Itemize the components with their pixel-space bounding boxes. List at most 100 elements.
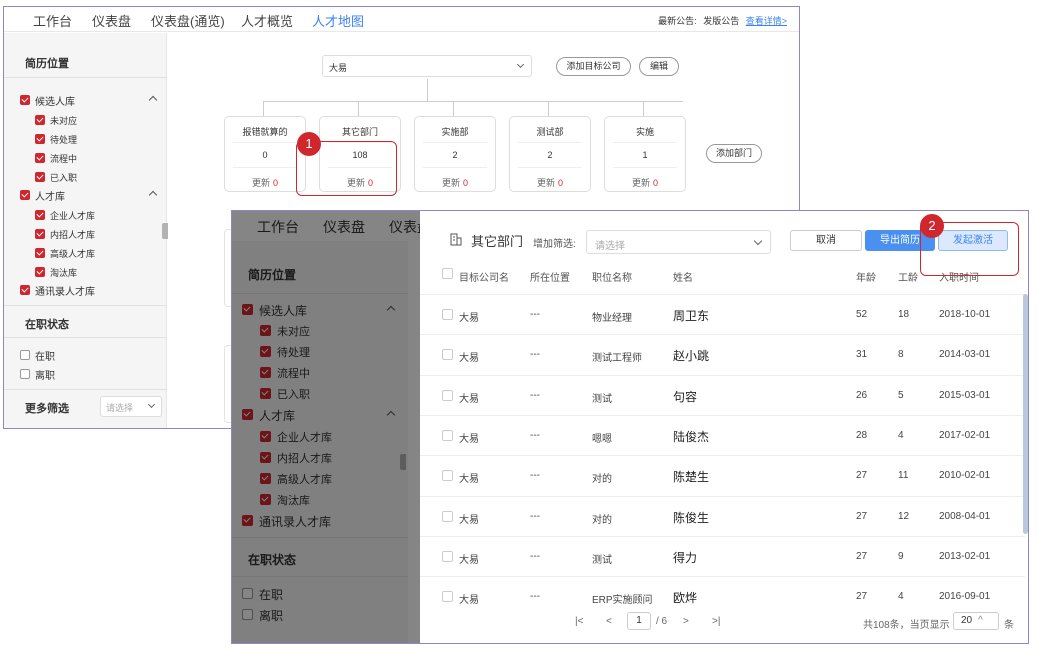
table-row[interactable]: 大易 --- 对的 陈俊生 27 12 2008-04-01 bbox=[420, 495, 1025, 536]
department-card[interactable]: 测试部 2 更新 0 bbox=[509, 116, 591, 192]
table-row[interactable]: 大易 --- 物业经理 周卫东 52 18 2018-10-01 bbox=[420, 294, 1025, 334]
cell-position: 对的 bbox=[592, 514, 612, 526]
candidate-checkbox[interactable] bbox=[20, 95, 30, 105]
chevron-up-icon[interactable] bbox=[148, 190, 158, 200]
notice-details-link[interactable]: 查看详情> bbox=[746, 16, 787, 26]
row-checkbox[interactable] bbox=[442, 550, 453, 562]
company-select[interactable]: 大易 bbox=[322, 55, 532, 77]
department-name: 实施部 bbox=[441, 127, 469, 137]
cell-name[interactable]: 欧烨 bbox=[673, 589, 697, 606]
page-size-select[interactable]: 20 ^ bbox=[953, 612, 999, 630]
last-page-icon[interactable]: >| bbox=[712, 616, 720, 627]
more-filters-title: 更多筛选 bbox=[25, 403, 69, 415]
col-age[interactable]: 年龄 bbox=[856, 269, 876, 284]
tab-dashboard-overview[interactable]: 仪表盘(通览) bbox=[151, 11, 225, 30]
total-summary: 共108条，当页显示 bbox=[863, 620, 950, 631]
cell-age: 27 bbox=[856, 510, 868, 522]
col-location[interactable]: 所在位置 bbox=[530, 269, 570, 284]
label-hired: 已入职 bbox=[50, 173, 78, 183]
checkbox-unmatched[interactable] bbox=[35, 115, 45, 125]
checkbox-eliminated-pool[interactable] bbox=[35, 267, 45, 277]
add-target-company-button[interactable]: 添加目标公司 bbox=[556, 57, 631, 76]
cell-years: 12 bbox=[898, 510, 910, 522]
table-row[interactable]: 大易 --- 测试工程师 赵小跳 31 8 2014-03-01 bbox=[420, 334, 1025, 374]
col-position[interactable]: 职位名称 bbox=[592, 269, 632, 284]
table-row[interactable]: 大易 --- 嗯嗯 陆俊杰 28 4 2017-02-01 bbox=[420, 414, 1025, 455]
checkbox-hired[interactable] bbox=[35, 172, 45, 182]
col-years[interactable]: 工龄 bbox=[898, 269, 918, 284]
cell-name[interactable]: 周卫东 bbox=[673, 307, 709, 324]
table-row[interactable]: 大易 --- 对的 陈楚生 27 11 2010-02-01 bbox=[420, 455, 1025, 495]
edit-button[interactable]: 编辑 bbox=[639, 57, 679, 76]
checkbox-in-process[interactable] bbox=[35, 153, 45, 163]
department-updates: 更新 0 bbox=[225, 176, 305, 189]
cell-name[interactable]: 得力 bbox=[673, 549, 697, 566]
label-resigned: 离职 bbox=[35, 371, 55, 382]
checkbox-resigned[interactable] bbox=[20, 369, 30, 379]
cell-position: 物业经理 bbox=[592, 313, 632, 324]
chevron-up-icon[interactable] bbox=[148, 95, 158, 105]
cell-age: 27 bbox=[856, 550, 868, 562]
cancel-button[interactable]: 取消 bbox=[790, 230, 862, 251]
add-filter-placeholder: 请选择 bbox=[595, 241, 625, 252]
cell-name[interactable]: 陈俊生 bbox=[673, 509, 709, 526]
cell-position: 测试 bbox=[592, 393, 612, 405]
checkbox-internal-pool[interactable] bbox=[35, 229, 45, 239]
vertical-scrollbar[interactable] bbox=[1023, 294, 1028, 534]
table-row[interactable]: 大易 --- 测试 得力 27 9 2013-02-01 bbox=[420, 535, 1025, 576]
notice-text: 发版公告 bbox=[703, 16, 740, 26]
add-filter-select[interactable]: 请选择 bbox=[586, 230, 771, 254]
cell-position: 测试 bbox=[592, 554, 612, 566]
checkbox-pending[interactable] bbox=[35, 134, 45, 144]
chevron-up-icon: ^ bbox=[978, 615, 983, 626]
cell-name[interactable]: 赵小跳 bbox=[673, 347, 709, 364]
col-target-company[interactable]: 目标公司名 bbox=[459, 269, 509, 284]
checkbox-enterprise-pool[interactable] bbox=[35, 210, 45, 220]
department-card[interactable]: 报错就算的 0 更新 0 bbox=[224, 116, 306, 192]
department-updates: 更新 0 bbox=[605, 176, 685, 189]
table-row[interactable]: 大易 --- 测试 句容 26 5 2015-03-01 bbox=[420, 374, 1025, 415]
next-page-icon[interactable]: > bbox=[683, 616, 689, 627]
update-label: 更新 bbox=[631, 178, 650, 188]
select-all-checkbox[interactable] bbox=[442, 268, 453, 279]
more-filters-select[interactable]: 请选择 bbox=[100, 396, 162, 417]
row-checkbox[interactable] bbox=[442, 309, 453, 320]
current-page-input[interactable]: 1 bbox=[627, 612, 651, 630]
row-checkbox[interactable] bbox=[442, 349, 453, 361]
cell-name[interactable]: 句容 bbox=[673, 388, 697, 405]
row-checkbox[interactable] bbox=[442, 470, 453, 482]
cell-location: --- bbox=[530, 389, 540, 401]
cell-name[interactable]: 陈楚生 bbox=[673, 468, 709, 485]
prev-page-icon[interactable]: < bbox=[606, 616, 612, 627]
department-card[interactable]: 实施部 2 更新 0 bbox=[414, 116, 496, 192]
checkbox-employed[interactable] bbox=[20, 350, 30, 360]
first-page-icon[interactable]: |< bbox=[575, 616, 583, 627]
department-count: 2 bbox=[547, 150, 553, 160]
row-checkbox[interactable] bbox=[442, 429, 453, 441]
talent-pool-checkbox[interactable] bbox=[20, 190, 30, 200]
building-icon bbox=[450, 233, 462, 246]
col-name[interactable]: 姓名 bbox=[673, 269, 693, 284]
modal-overlay[interactable] bbox=[232, 211, 420, 643]
step-marker-2: 2 bbox=[920, 214, 944, 238]
row-checkbox[interactable] bbox=[442, 389, 453, 401]
tab-dashboard[interactable]: 仪表盘 bbox=[92, 11, 131, 30]
add-department-button[interactable]: 添加部门 bbox=[706, 144, 762, 163]
cell-position: 测试工程师 bbox=[592, 353, 642, 365]
cell-name[interactable]: 陆俊杰 bbox=[673, 428, 709, 445]
checkbox-senior-pool[interactable] bbox=[35, 248, 45, 258]
label-unmatched: 未对应 bbox=[50, 116, 78, 126]
cell-location: --- bbox=[530, 470, 540, 482]
update-label: 更新 bbox=[251, 178, 270, 188]
department-count: 2 bbox=[452, 150, 458, 160]
row-checkbox[interactable] bbox=[442, 591, 453, 603]
tab-workbench[interactable]: 工作台 bbox=[33, 11, 72, 30]
announcement: 最新公告: 发版公告 查看详情> bbox=[658, 14, 787, 27]
department-card[interactable]: 实施 1 更新 0 bbox=[604, 116, 686, 192]
cell-joined: 2017-02-01 bbox=[939, 429, 991, 441]
tab-talent-map[interactable]: 人才地图 bbox=[312, 11, 365, 35]
collapse-handle[interactable] bbox=[162, 223, 168, 239]
tab-talent-overview[interactable]: 人才概览 bbox=[241, 11, 293, 30]
contacts-checkbox[interactable] bbox=[20, 285, 30, 295]
row-checkbox[interactable] bbox=[442, 510, 453, 522]
